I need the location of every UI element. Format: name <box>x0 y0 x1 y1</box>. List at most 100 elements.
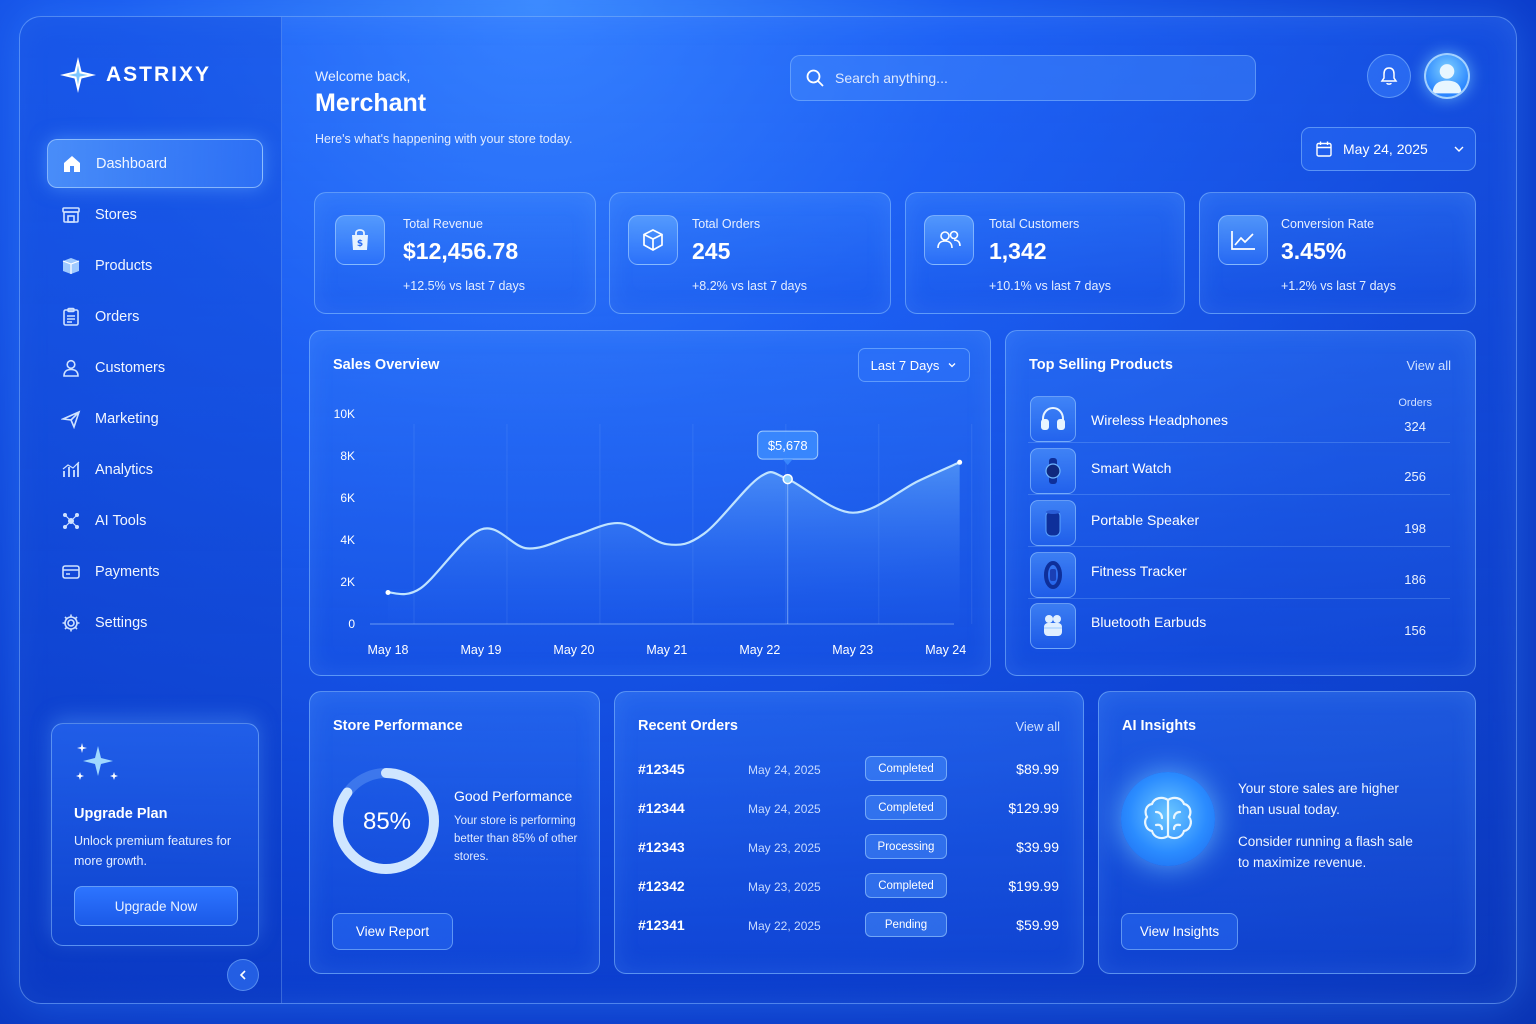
search-icon <box>806 69 824 87</box>
sidebar-item-ai-tools[interactable]: AI Tools <box>47 496 263 545</box>
ai-insight-line-1: Your store sales are higher than usual t… <box>1238 781 1399 817</box>
upgrade-description: Unlock premium features for more growth. <box>74 834 232 868</box>
list-item[interactable]: Smart Watch 256 <box>1028 444 1450 495</box>
sidebar-item-settings[interactable]: Settings <box>47 598 263 647</box>
product-name: Fitness Tracker <box>1091 563 1187 579</box>
ai-insights-title: AI Insights <box>1122 718 1197 734</box>
tooltip-value: $5,678 <box>768 438 808 453</box>
recent-orders-title: Recent Orders <box>638 718 738 734</box>
sidebar-item-stores[interactable]: Stores <box>47 190 263 239</box>
sales-line-chart: 0 2K 4K 6K 8K 10K May 18 May 19 May 20 May 21 May … <box>334 407 973 657</box>
user-avatar-icon <box>1432 64 1462 94</box>
box-icon <box>61 256 81 276</box>
users-icon <box>924 215 974 265</box>
order-date: May 22, 2025 <box>748 919 821 933</box>
logo-star-icon <box>60 57 96 93</box>
sidebar-item-dashboard[interactable]: Dashboard <box>47 139 263 188</box>
search-input[interactable]: Search anything... <box>790 55 1256 101</box>
sidebar-item-label: AI Tools <box>95 512 147 529</box>
ai-tools-icon <box>61 511 81 531</box>
table-row[interactable]: #12341 May 22, 2025 Pending $59.99 <box>638 907 1063 946</box>
stat-card-revenue[interactable]: $ Total Revenue $12,456.78 +12.5% vs las… <box>314 192 596 314</box>
sidebar-item-orders[interactable]: Orders <box>47 292 263 341</box>
order-amount: $129.99 <box>1008 800 1059 816</box>
stat-card-conversion[interactable]: Conversion Rate 3.45% +1.2% vs last 7 da… <box>1199 192 1476 314</box>
status-badge: Processing <box>865 834 947 859</box>
brain-icon <box>1121 772 1215 866</box>
status-badge: Completed <box>865 756 947 781</box>
status-badge: Pending <box>865 912 947 937</box>
stat-value: 245 <box>692 238 731 264</box>
product-name: Smart Watch <box>1091 460 1172 476</box>
page-subtitle: Here's what's happening with your store … <box>315 132 573 146</box>
y-tick-label: 10K <box>334 407 355 421</box>
stat-card-customers[interactable]: Total Customers 1,342 +10.1% vs last 7 d… <box>905 192 1185 314</box>
stat-label: Total Revenue <box>403 217 483 231</box>
order-amount: $39.99 <box>1016 839 1059 855</box>
trend-icon <box>1218 215 1268 265</box>
stat-card-orders[interactable]: Total Orders 245 +8.2% vs last 7 days <box>609 192 891 314</box>
product-orders: 156 <box>1404 623 1426 638</box>
collapse-sidebar-button[interactable] <box>227 959 259 991</box>
selected-date: May 24, 2025 <box>1343 141 1428 157</box>
table-row[interactable]: #12342 May 23, 2025 Completed $199.99 <box>638 868 1063 907</box>
logo[interactable]: ASTRIXY <box>58 55 211 95</box>
order-date: May 23, 2025 <box>748 841 821 855</box>
analytics-icon <box>61 460 81 480</box>
table-row[interactable]: #12343 May 23, 2025 Processing $39.99 <box>638 829 1063 868</box>
sidebar-item-label: Dashboard <box>96 155 167 172</box>
performance-heading: Good Performance <box>454 788 573 804</box>
highlight-point <box>782 473 793 485</box>
view-report-button[interactable]: View Report <box>332 913 453 950</box>
sidebar-item-payments[interactable]: Payments <box>47 547 263 596</box>
clipboard-icon <box>61 307 81 327</box>
chevron-down-icon <box>1454 146 1464 152</box>
sidebar-item-marketing[interactable]: Marketing <box>47 394 263 443</box>
earbuds-icon <box>1030 603 1076 649</box>
list-item[interactable]: Wireless Headphones 324 <box>1028 392 1450 443</box>
product-orders: 198 <box>1404 521 1426 536</box>
speaker-icon <box>1030 500 1076 546</box>
product-orders: 186 <box>1404 572 1426 587</box>
product-name: Portable Speaker <box>1091 512 1200 528</box>
view-insights-button[interactable]: View Insights <box>1121 913 1238 950</box>
sidebar-item-label: Marketing <box>95 410 159 427</box>
table-row[interactable]: #12345 May 24, 2025 Completed $89.99 <box>638 751 1063 790</box>
user-icon <box>61 358 81 378</box>
line-start-point <box>385 590 391 595</box>
table-row[interactable]: #12344 May 24, 2025 Completed $129.99 <box>638 790 1063 829</box>
search-placeholder: Search anything... <box>835 70 948 86</box>
order-id: #12341 <box>638 917 685 933</box>
headphones-icon <box>1030 396 1076 442</box>
sidebar-item-customers[interactable]: Customers <box>47 343 263 392</box>
recent-orders-view-all-link[interactable]: View all <box>1015 719 1060 734</box>
list-item[interactable]: Portable Speaker 198 <box>1028 496 1450 547</box>
app-window: ASTRIXY Dashboard Stores Products Orders… <box>19 16 1517 1004</box>
card-icon <box>61 562 81 582</box>
date-picker[interactable]: May 24, 2025 <box>1301 127 1476 171</box>
sidebar-item-products[interactable]: Products <box>47 241 263 290</box>
store-performance-card: Store Performance 85% Good Performance Y… <box>309 691 600 974</box>
product-name: Wireless Headphones <box>1091 412 1228 428</box>
list-item[interactable]: Bluetooth Earbuds 156 <box>1028 599 1450 650</box>
upgrade-now-button[interactable]: Upgrade Now <box>74 886 238 926</box>
notifications-button[interactable] <box>1367 54 1411 98</box>
y-tick-label: 4K <box>340 533 355 547</box>
order-id: #12342 <box>638 878 685 894</box>
x-tick-label: May 21 <box>646 643 687 657</box>
product-name: Bluetooth Earbuds <box>1091 614 1207 630</box>
watch-icon <box>1030 448 1076 494</box>
x-tick-label: May 22 <box>739 643 780 657</box>
svg-text:$: $ <box>357 239 363 249</box>
avatar[interactable] <box>1424 53 1470 99</box>
performance-percent: 85% <box>362 808 412 835</box>
sidebar-item-analytics[interactable]: Analytics <box>47 445 263 494</box>
sales-area <box>388 462 960 624</box>
welcome-text: Welcome back, <box>315 68 411 84</box>
brand-name: ASTRIXY <box>106 63 212 86</box>
list-item[interactable]: Fitness Tracker 186 <box>1028 548 1450 599</box>
sidebar-item-label: Customers <box>95 359 166 376</box>
bell-icon <box>1380 67 1398 85</box>
stat-label: Total Orders <box>692 217 761 231</box>
top-products-view-all-link[interactable]: View all <box>1406 358 1451 373</box>
